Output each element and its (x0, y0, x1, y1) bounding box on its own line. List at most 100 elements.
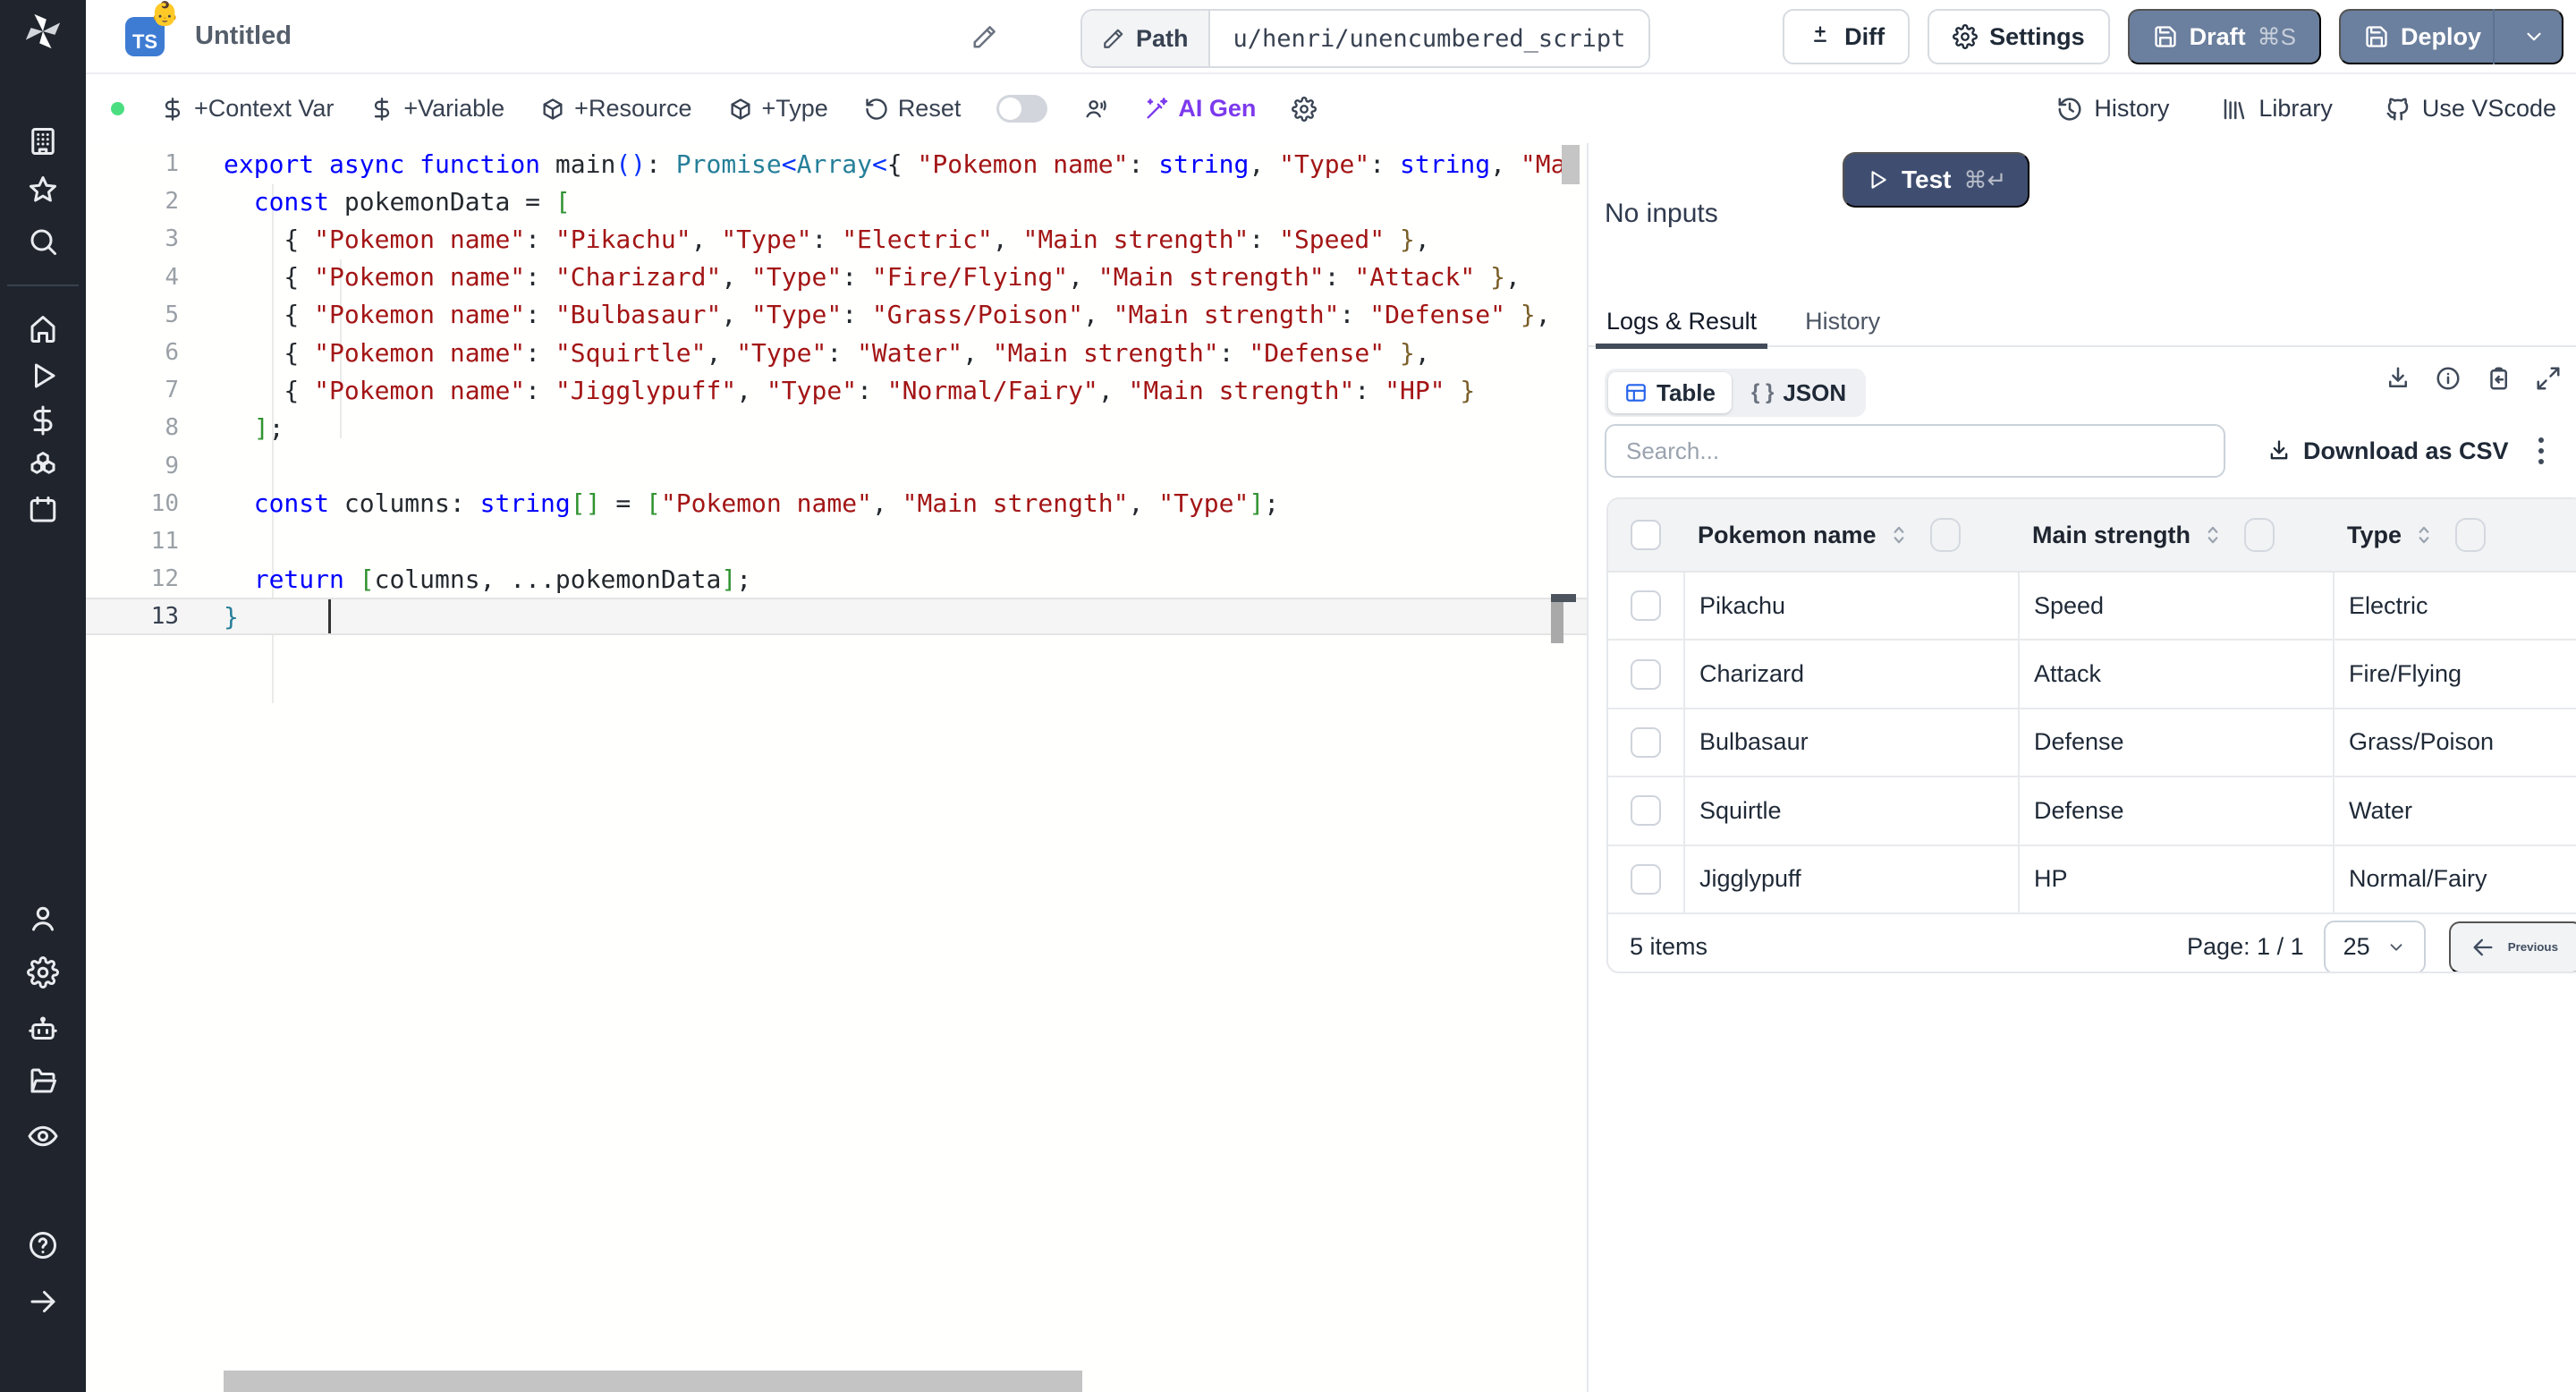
text-cursor (328, 599, 331, 633)
help-icon[interactable] (27, 1229, 59, 1261)
schedules-calendar-icon[interactable] (27, 494, 59, 526)
add-resource-button[interactable]: +Resource (540, 95, 692, 123)
code-lines[interactable]: 1 export async function main(): Promise<… (86, 145, 1587, 636)
cell-pokemon-name: Bulbasaur (1683, 709, 2018, 777)
download-csv-button[interactable]: Download as CSV (2267, 437, 2509, 465)
clipboard-copy-icon[interactable] (2485, 365, 2512, 392)
download-icon (2267, 438, 2292, 463)
column-toggle[interactable] (1929, 518, 1961, 552)
deploy-button[interactable]: Deploy (2338, 9, 2563, 64)
diff-button[interactable]: Diff (1783, 9, 1911, 64)
table-row: Squirtle Defense Water (1608, 777, 2576, 846)
ai-gen-button[interactable]: AI Gen (1144, 95, 1256, 123)
editor-vertical-scrollbar[interactable] (1562, 145, 1580, 184)
view-json-button[interactable]: { } JSON (1735, 372, 1862, 413)
reset-button[interactable]: Reset (864, 95, 961, 123)
robot-icon[interactable] (27, 1013, 59, 1045)
row-checkbox[interactable] (1631, 863, 1661, 895)
more-options-kebab-icon[interactable] (2538, 437, 2544, 464)
collab-toggle[interactable] (996, 95, 1048, 123)
table-controls: Download as CSV (1605, 422, 2567, 480)
code-line[interactable]: 4 { "Pokemon name": "Charizard", "Type":… (86, 259, 1587, 296)
path-label-group[interactable]: Path (1082, 11, 1210, 66)
table-row: Jigglypuff HP Normal/Fairy (1608, 845, 2576, 914)
sort-icon[interactable] (1887, 523, 1911, 547)
view-table-button[interactable]: Table (1608, 372, 1732, 413)
history-button[interactable]: History (2056, 95, 2169, 123)
test-button[interactable]: Test ⌘↵ (1843, 152, 2030, 208)
deploy-dropdown-chevron[interactable] (2506, 9, 2562, 64)
search-icon[interactable] (27, 225, 59, 258)
path-field[interactable]: Path u/henri/unencumbered_script (1080, 9, 1651, 68)
info-icon[interactable] (2435, 365, 2462, 392)
add-context-var-button[interactable]: +Context Var (160, 95, 334, 123)
tab-history[interactable]: History (1805, 297, 1880, 345)
multiplayer-users-icon[interactable] (1083, 97, 1108, 122)
resources-boxes-icon[interactable] (27, 449, 59, 481)
code-editor[interactable]: 1 export async function main(): Promise<… (86, 143, 1587, 1392)
deploy-split-divider (2493, 9, 2495, 64)
code-line[interactable]: 11 (86, 522, 1587, 560)
windmill-logo-icon[interactable] (22, 11, 64, 52)
code-line[interactable]: 3 { "Pokemon name": "Pikachu", "Type": "… (86, 220, 1587, 258)
download-icon[interactable] (2385, 365, 2411, 392)
code-line[interactable]: 13 } (86, 598, 1587, 636)
code-line[interactable]: 5 { "Pokemon name": "Bulbasaur", "Type":… (86, 296, 1587, 334)
table-icon (1624, 381, 1648, 404)
line-content: return [columns, ...pokemonData]; (253, 564, 752, 594)
add-variable-button[interactable]: +Variable (369, 95, 504, 123)
select-all-checkbox[interactable] (1631, 520, 1661, 550)
page-size-select[interactable]: 25 (2323, 920, 2426, 972)
row-checkbox[interactable] (1631, 590, 1661, 622)
cell-type: Electric (2333, 573, 2576, 640)
home-icon[interactable] (27, 313, 59, 345)
runs-play-icon[interactable] (27, 360, 59, 392)
eye-icon[interactable] (27, 1120, 59, 1152)
row-checkbox[interactable] (1631, 658, 1661, 690)
status-dot (111, 102, 124, 115)
table-row: Pikachu Speed Electric (1608, 573, 2576, 641)
test-kbd-hint: ⌘↵ (1963, 166, 2007, 193)
code-line[interactable]: 2 const pokemonData = [ (86, 182, 1587, 220)
editor-horizontal-scrollbar[interactable] (224, 1371, 1082, 1392)
line-number: 4 (165, 263, 179, 291)
settings-gear-icon[interactable] (27, 956, 59, 989)
sort-icon[interactable] (2412, 523, 2436, 547)
windmill-script-editor: TS 👶 Untitled Path u/henri/unencumbered_… (0, 0, 2576, 1392)
sort-icon[interactable] (2201, 523, 2224, 547)
code-line[interactable]: 7 { "Pokemon name": "Jigglypuff", "Type"… (86, 371, 1587, 409)
row-checkbox[interactable] (1631, 726, 1661, 758)
tab-logs-result[interactable]: Logs & Result (1595, 297, 1768, 349)
column-toggle[interactable] (2244, 518, 2275, 552)
line-content: { "Pokemon name": "Pikachu", "Type": "El… (224, 224, 1430, 254)
use-vscode-button[interactable]: Use VScode (2385, 95, 2556, 123)
add-type-button[interactable]: +Type (728, 95, 828, 123)
favorites-star-icon[interactable] (27, 174, 59, 206)
column-toggle[interactable] (2455, 518, 2487, 552)
expand-sidebar-arrow-icon[interactable] (27, 1286, 59, 1318)
library-button[interactable]: Library (2221, 95, 2333, 123)
code-line[interactable]: 10 const columns: string[] = ["Pokemon n… (86, 485, 1587, 522)
editor-settings-gear-icon[interactable] (1292, 96, 1318, 122)
draft-button[interactable]: Draft ⌘S (2127, 9, 2321, 64)
edit-title-pencil-icon[interactable] (971, 23, 998, 50)
draft-kbd-hint: ⌘S (2257, 22, 2296, 50)
line-number: 1 (165, 150, 179, 178)
overview-ruler-cursor-marker (1551, 594, 1576, 602)
result-tabs: Logs & Result History (1589, 297, 2576, 349)
code-line[interactable]: 6 { "Pokemon name": "Squirtle", "Type": … (86, 334, 1587, 371)
workspace-building-icon[interactable] (27, 125, 59, 157)
variables-dollar-icon[interactable] (27, 404, 59, 437)
code-line[interactable]: 9 (86, 447, 1587, 485)
code-line[interactable]: 1 export async function main(): Promise<… (86, 145, 1587, 182)
path-value[interactable]: u/henri/unencumbered_script (1210, 11, 1649, 66)
code-line[interactable]: 12 return [columns, ...pokemonData]; (86, 560, 1587, 598)
folder-icon[interactable] (27, 1065, 59, 1097)
search-input[interactable] (1605, 424, 2225, 478)
row-checkbox[interactable] (1631, 795, 1661, 827)
code-line[interactable]: 8 ]; (86, 409, 1587, 446)
user-icon[interactable] (27, 903, 59, 935)
previous-page-button[interactable]: Previous (2448, 921, 2576, 972)
maximize-icon[interactable] (2535, 365, 2562, 392)
settings-button[interactable]: Settings (1928, 9, 2110, 64)
